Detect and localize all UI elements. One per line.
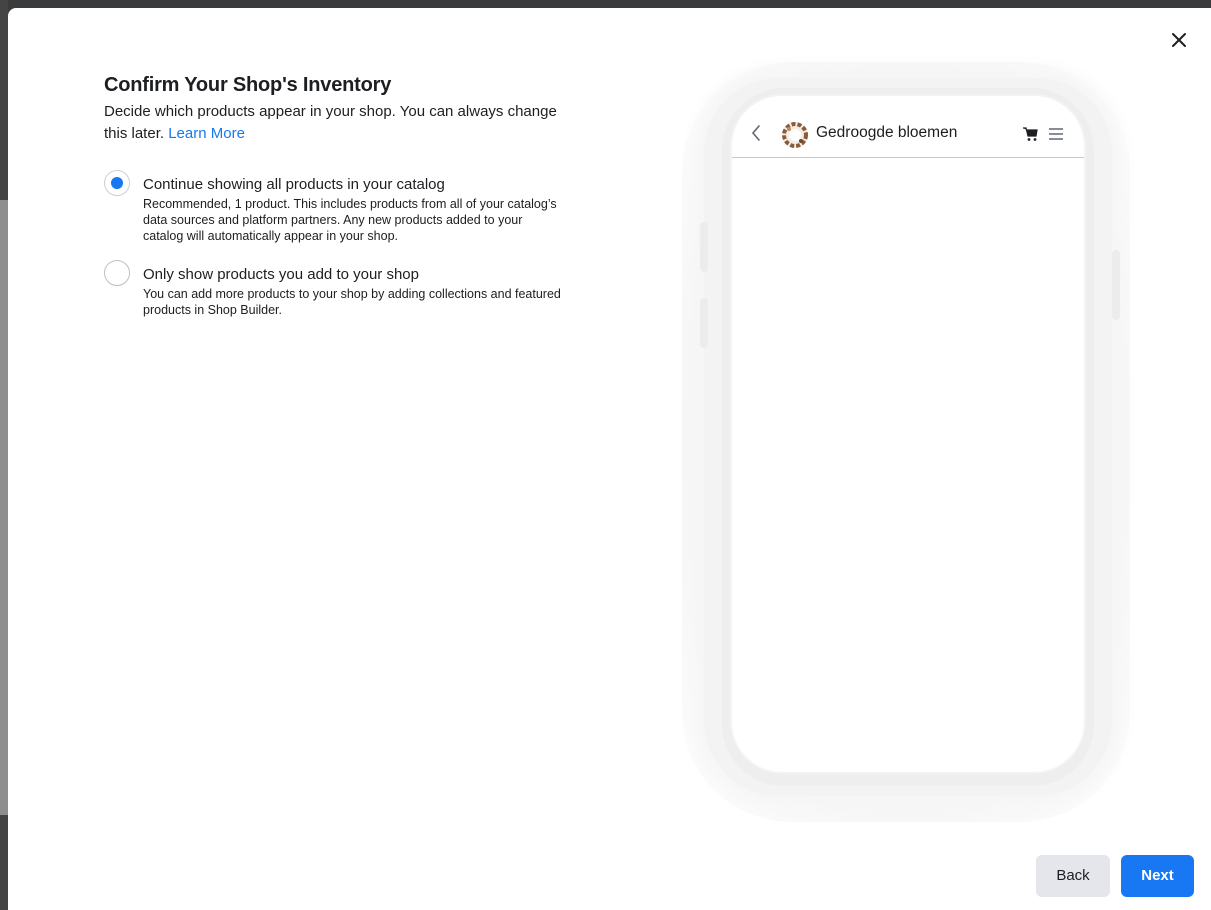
- phone-side-button: [700, 222, 708, 272]
- back-chevron-icon[interactable]: [750, 124, 762, 142]
- option-label: Continue showing all products in your ca…: [143, 176, 445, 193]
- back-button[interactable]: Back: [1036, 855, 1110, 897]
- dialog-title: Confirm Your Shop's Inventory: [104, 74, 392, 96]
- shop-logo: [780, 120, 810, 150]
- menu-icon[interactable]: [1048, 127, 1064, 141]
- radio-added-products[interactable]: [104, 260, 130, 286]
- radio-all-products[interactable]: [104, 170, 130, 196]
- dialog-subtitle: Decide which products appear in your sho…: [104, 101, 564, 145]
- option-description: You can add more products to your shop b…: [143, 287, 561, 317]
- learn-more-link[interactable]: Learn More: [168, 125, 245, 142]
- option-label: Only show products you add to your shop: [143, 266, 419, 283]
- backdrop: [0, 0, 8, 910]
- phone-side-button: [700, 298, 708, 348]
- shop-nav-bar: Gedroogde bloemen: [732, 106, 1084, 158]
- phone-side-button: [1112, 250, 1120, 320]
- phone-screen: Gedroogde bloemen: [730, 94, 1086, 774]
- next-button[interactable]: Next: [1121, 855, 1194, 897]
- shop-name: Gedroogde bloemen: [816, 124, 958, 141]
- cart-icon[interactable]: [1022, 126, 1038, 142]
- close-icon[interactable]: [1169, 30, 1189, 50]
- option-description: Recommended, 1 product. This includes pr…: [143, 197, 557, 243]
